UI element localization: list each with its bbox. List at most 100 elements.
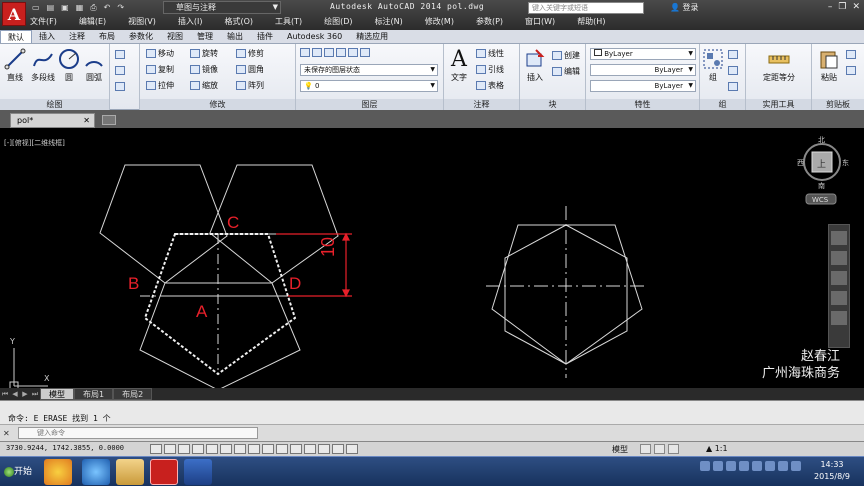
move-button[interactable]: 移动 xyxy=(146,48,174,59)
linetype-select[interactable]: ByLayer ▼ xyxy=(590,64,696,76)
tab-view[interactable]: 视图 xyxy=(160,30,190,43)
modify-panel-title[interactable]: 修改 xyxy=(140,99,295,110)
stretch-button[interactable]: 拉伸 xyxy=(146,80,174,91)
line-button[interactable]: 直线 xyxy=(3,48,27,83)
explorer-icon[interactable] xyxy=(116,459,144,485)
ellipse-icon[interactable] xyxy=(115,82,127,91)
linear-button[interactable]: 线性 xyxy=(476,48,504,59)
scale-button[interactable]: 缩放 xyxy=(190,80,218,91)
first-tab-icon[interactable]: ⏮ xyxy=(0,388,10,400)
measure-button[interactable]: 定距等分 xyxy=(750,48,808,83)
cut-icon[interactable] xyxy=(846,50,858,59)
layer-select[interactable]: 💡 0 ▼ xyxy=(300,80,438,92)
menu-parametric[interactable]: 参数(P) xyxy=(476,16,503,28)
layer-properties-icon[interactable] xyxy=(300,48,372,57)
model-space-button[interactable]: 模型 xyxy=(612,444,628,455)
copy-clip-icon[interactable] xyxy=(846,66,858,75)
properties-panel-title[interactable]: 特性 xyxy=(586,99,699,110)
pentagon-right[interactable] xyxy=(491,224,643,365)
lineweight-select[interactable]: ByLayer ▼ xyxy=(590,80,696,92)
tray-icon-3[interactable] xyxy=(726,461,736,471)
tab-plugins[interactable]: 插件 xyxy=(250,30,280,43)
osnap-icon[interactable] xyxy=(220,444,232,454)
infer-icon[interactable] xyxy=(150,444,162,454)
tab-output[interactable]: 输出 xyxy=(220,30,250,43)
tab-layout1[interactable]: 布局1 xyxy=(74,388,114,400)
orbit-icon[interactable] xyxy=(831,291,847,305)
insert-button[interactable]: 插入 xyxy=(522,48,548,83)
annotation-panel-title[interactable]: 注释 xyxy=(444,99,519,110)
coordinates-readout[interactable]: 3730.9244, 1742.3855, 0.0000 xyxy=(6,444,124,452)
otrack-icon[interactable] xyxy=(248,444,260,454)
minimize-icon[interactable]: – xyxy=(828,2,833,12)
color-select[interactable]: ByLayer ▼ xyxy=(590,48,696,60)
menu-dimension[interactable]: 标注(N) xyxy=(375,16,403,28)
new-tab-button[interactable] xyxy=(102,115,116,125)
clipboard-panel-title[interactable]: 剪贴板 xyxy=(812,99,864,110)
text-button[interactable]: A 文字 xyxy=(446,48,472,83)
redo-icon[interactable]: ↷ xyxy=(115,3,126,13)
group-edit-icon[interactable] xyxy=(728,66,740,75)
word-icon[interactable] xyxy=(184,459,212,485)
block-panel-title[interactable]: 块 xyxy=(520,99,585,110)
network-icon[interactable] xyxy=(791,461,801,471)
menu-file[interactable]: 文件(F) xyxy=(30,16,57,28)
fillet-button[interactable]: 圆角 xyxy=(236,64,264,75)
search-input[interactable]: 键入关键字或短语 xyxy=(528,2,644,14)
copy-button[interactable]: 复制 xyxy=(146,64,174,75)
login-button[interactable]: 👤 登录 xyxy=(670,2,699,13)
polar-icon[interactable] xyxy=(206,444,218,454)
next-tab-icon[interactable]: ▶ xyxy=(20,388,30,400)
ortho-icon[interactable] xyxy=(192,444,204,454)
ie-icon[interactable] xyxy=(82,459,110,485)
groups-panel-title[interactable]: 组 xyxy=(700,99,745,110)
autocad-taskbar-icon[interactable] xyxy=(150,459,178,485)
circle-button[interactable]: 圆 xyxy=(58,48,80,83)
zoom-icon[interactable] xyxy=(831,271,847,285)
tab-featured[interactable]: 精选应用 xyxy=(349,30,395,43)
qp-icon[interactable] xyxy=(318,444,330,454)
paste-button[interactable]: 粘贴 xyxy=(816,48,842,83)
grid-icon[interactable] xyxy=(178,444,190,454)
layer-state-select[interactable]: 未保存的图层状态 ▼ xyxy=(300,64,438,76)
workspace-switcher[interactable]: 草图与注释 ▼ xyxy=(163,1,281,14)
layout-icon[interactable] xyxy=(640,444,651,454)
close-icon[interactable]: ✕ xyxy=(3,429,10,438)
tab-autodesk360[interactable]: Autodesk 360 xyxy=(280,30,349,43)
pan-icon[interactable] xyxy=(831,251,847,265)
tab-default[interactable]: 默认 xyxy=(0,30,32,43)
start-button[interactable]: 开始 xyxy=(2,459,38,485)
dyn-icon[interactable] xyxy=(276,444,288,454)
viewcube[interactable]: 上 北 南 西 东 WCS xyxy=(797,136,849,205)
restore-icon[interactable]: ❐ xyxy=(838,2,846,12)
layers-panel-title[interactable]: 图层 xyxy=(296,99,443,110)
trim-button[interactable]: 修剪 xyxy=(236,48,264,59)
last-tab-icon[interactable]: ⏭ xyxy=(30,388,40,400)
hatch-icon[interactable] xyxy=(115,66,127,75)
open-icon[interactable]: ▤ xyxy=(45,3,57,13)
tab-parametric[interactable]: 参数化 xyxy=(122,30,160,43)
annotation-scale-icon[interactable] xyxy=(668,444,679,454)
print-icon[interactable]: ⎙ xyxy=(88,3,98,13)
menu-insert[interactable]: 插入(I) xyxy=(178,16,203,28)
edit-block-button[interactable]: 编辑 xyxy=(552,66,580,77)
array-button[interactable]: 阵列 xyxy=(236,80,264,91)
command-input[interactable]: 键入命令 xyxy=(18,427,258,439)
document-tab[interactable]: pol* ✕ xyxy=(10,113,95,128)
leader-button[interactable]: 引线 xyxy=(476,64,504,75)
drawing-canvas[interactable]: [-][俯视][二维线框] 10 C B D A Y X 上 北 南 西 东 W… xyxy=(0,128,864,400)
close-icon[interactable]: ✕ xyxy=(83,114,90,127)
annotation-scale[interactable]: ▲ 1:1 xyxy=(706,444,728,453)
menu-help[interactable]: 帮助(H) xyxy=(577,16,605,28)
arc-button[interactable]: 圆弧 xyxy=(82,48,106,83)
tab-manage[interactable]: 管理 xyxy=(190,30,220,43)
sc-icon[interactable] xyxy=(332,444,344,454)
hexagon-right[interactable] xyxy=(504,224,628,365)
create-block-button[interactable]: 创建 xyxy=(552,50,580,61)
pentagon-middle[interactable] xyxy=(139,282,301,391)
save-icon[interactable]: ▣ xyxy=(59,3,71,13)
tab-layout[interactable]: 布局 xyxy=(92,30,122,43)
selected-pentagon[interactable] xyxy=(143,233,297,376)
tray-icon-6[interactable] xyxy=(765,461,775,471)
saveas-icon[interactable]: ▦ xyxy=(74,3,86,13)
